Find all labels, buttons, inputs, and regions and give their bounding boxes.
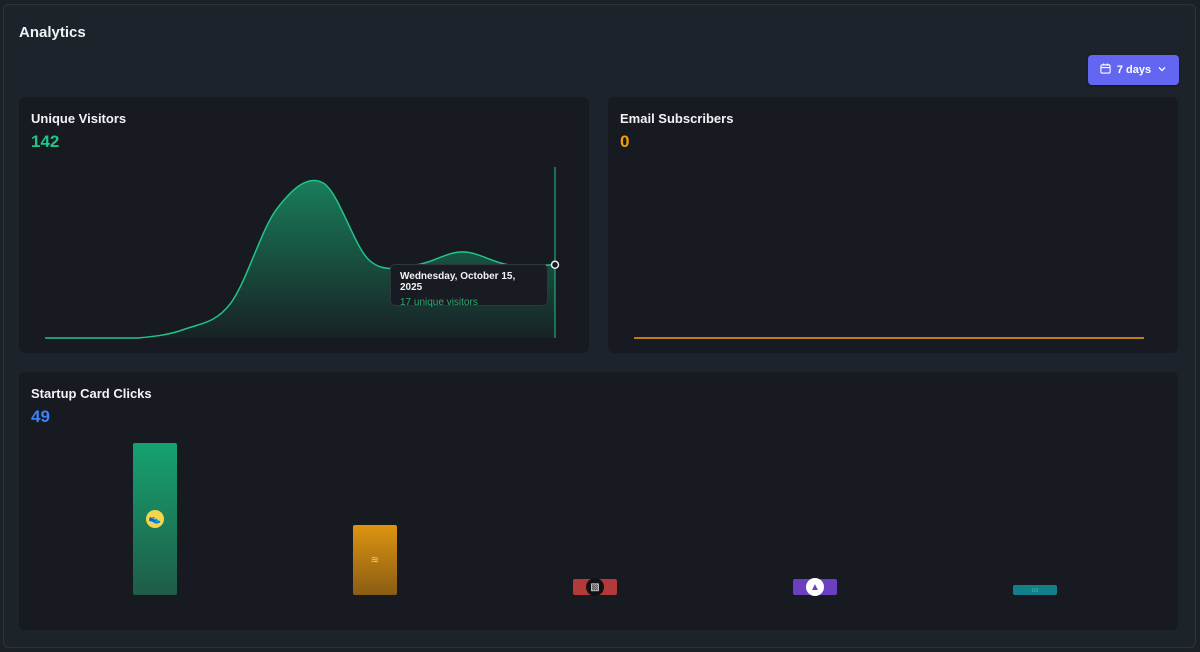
email-subscribers-chart[interactable] <box>608 97 1178 353</box>
shoe-icon: 👟 <box>146 510 164 528</box>
tooltip-date: Wednesday, October 15, 2025 <box>400 271 516 293</box>
logo-a-icon: ▲ <box>806 578 824 597</box>
unique-visitors-card: Unique Visitors 142 Wednesday, October 1… <box>19 97 589 353</box>
broken-image-icon: ▧ <box>586 578 604 597</box>
chart-tooltip: Wednesday, October 15, 2025 17 unique vi… <box>390 264 548 308</box>
email-subscribers-card: Email Subscribers 0 <box>608 97 1178 353</box>
unique-visitors-chart[interactable] <box>19 97 589 353</box>
visitors-area <box>45 180 555 338</box>
tooltip-value: 17 unique visitors <box>400 297 478 308</box>
page-title: Analytics <box>19 24 86 41</box>
date-range-label: 7 days <box>1116 64 1152 76</box>
hover-point <box>550 260 560 270</box>
calendar-icon <box>1100 63 1111 77</box>
startup-clicks-card: Startup Card Clicks 49 👟 ≋ ▧ ▲ ∞ <box>19 372 1178 630</box>
startup-clicks-value: 49 <box>31 407 50 426</box>
date-range-button[interactable]: 7 days <box>1088 55 1179 85</box>
startup-clicks-title: Startup Card Clicks <box>31 386 152 401</box>
chevron-down-icon <box>1157 64 1167 77</box>
link-icon: ∞ <box>1031 584 1039 596</box>
